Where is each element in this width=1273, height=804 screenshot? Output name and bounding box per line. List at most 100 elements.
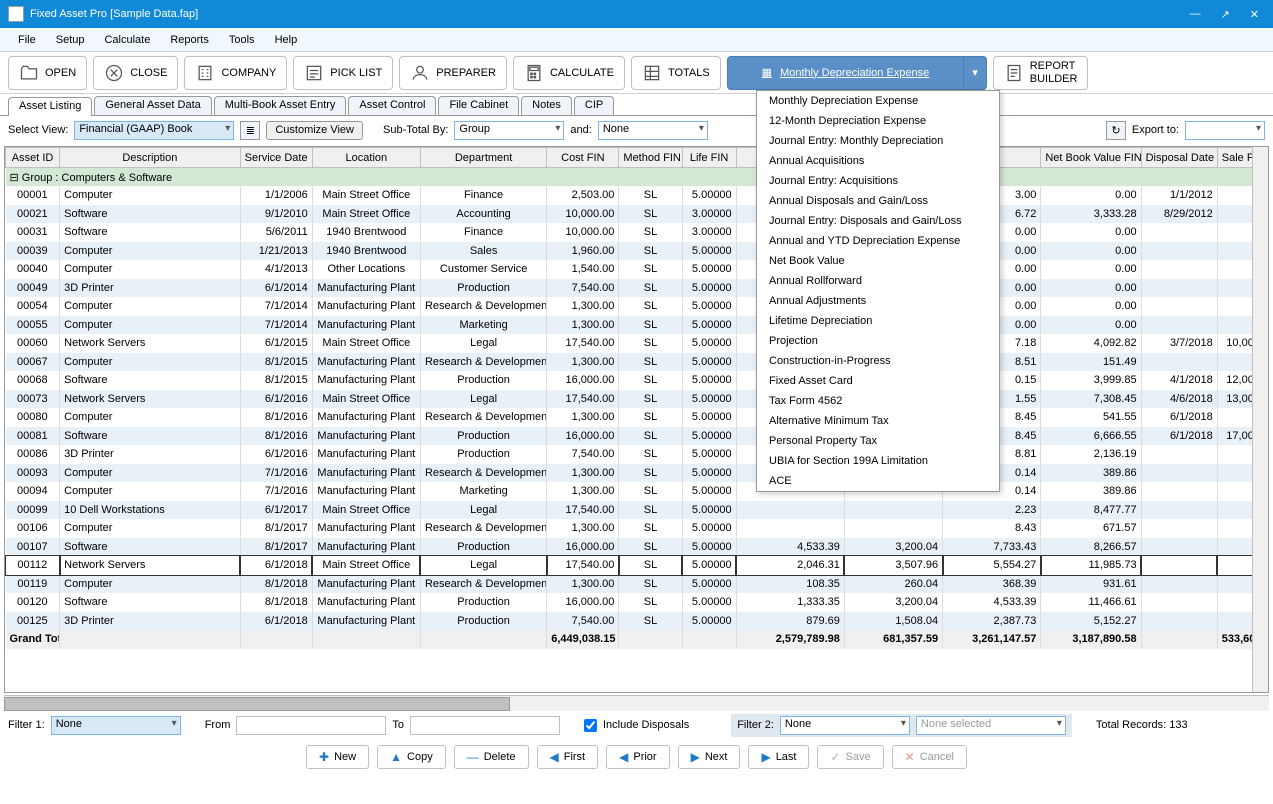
tab-multi-book-asset-entry[interactable]: Multi-Book Asset Entry (214, 96, 347, 115)
table-row[interactable]: 00080Computer8/1/2016Manufacturing Plant… (6, 408, 1268, 427)
tab-asset-listing[interactable]: Asset Listing (8, 97, 92, 116)
table-row[interactable]: 00031Software5/6/20111940 BrentwoodFinan… (6, 223, 1268, 242)
table-row[interactable]: 00119Computer8/1/2018Manufacturing Plant… (6, 575, 1268, 594)
dropdown-item[interactable]: ACE (757, 471, 999, 491)
menu-help[interactable]: Help (265, 30, 308, 50)
column-header[interactable]: Net Book Value FIN (1041, 148, 1141, 168)
preparer-button[interactable]: PREPARER (399, 56, 507, 90)
table-row[interactable]: 00021Software9/1/2010Main Street OfficeA… (6, 205, 1268, 224)
dropdown-item[interactable]: Annual Rollforward (757, 271, 999, 291)
dropdown-item[interactable]: Journal Entry: Monthly Depreciation (757, 131, 999, 151)
table-row[interactable]: 00093Computer7/1/2016Manufacturing Plant… (6, 464, 1268, 483)
minimize-button[interactable]: — (1184, 6, 1207, 23)
dropdown-item[interactable]: Net Book Value (757, 251, 999, 271)
column-header[interactable]: Asset ID (6, 148, 60, 168)
dropdown-item[interactable]: Journal Entry: Disposals and Gain/Loss (757, 211, 999, 231)
table-row[interactable]: 00001Computer1/1/2006Main Street OfficeF… (6, 186, 1268, 205)
next-button[interactable]: ▶Next (678, 745, 741, 769)
dropdown-item[interactable]: Monthly Depreciation Expense (757, 91, 999, 111)
table-row[interactable]: 00067Computer8/1/2015Manufacturing Plant… (6, 353, 1268, 372)
tab-asset-control[interactable]: Asset Control (348, 96, 436, 115)
table-row[interactable]: 00112Network Servers6/1/2018Main Street … (6, 556, 1268, 575)
column-header[interactable]: Disposal Date (1141, 148, 1217, 168)
table-row[interactable]: 00107Software8/1/2017Manufacturing Plant… (6, 538, 1268, 557)
column-header[interactable]: Cost FIN (547, 148, 619, 168)
export-combo[interactable] (1185, 121, 1265, 140)
table-row[interactable]: 000493D Printer6/1/2014Manufacturing Pla… (6, 279, 1268, 298)
maximize-button[interactable]: ↗ (1215, 6, 1236, 23)
close-button[interactable]: CLOSE (93, 56, 178, 90)
menu-calculate[interactable]: Calculate (94, 30, 160, 50)
table-row[interactable]: 00068Software8/1/2015Manufacturing Plant… (6, 371, 1268, 390)
report-dropdown-button[interactable]: ▦Monthly Depreciation Expense▾ (727, 56, 987, 90)
totals-button[interactable]: TOTALS (631, 56, 721, 90)
dropdown-item[interactable]: Annual Acquisitions (757, 151, 999, 171)
table-row[interactable]: 00120Software8/1/2018Manufacturing Plant… (6, 593, 1268, 612)
include-disposals-checkbox[interactable] (584, 719, 597, 732)
dropdown-item[interactable]: Journal Entry: Acquisitions (757, 171, 999, 191)
column-header[interactable]: Life FIN (682, 148, 736, 168)
tab-general-asset-data[interactable]: General Asset Data (94, 96, 211, 115)
company-button[interactable]: COMPANY (184, 56, 287, 90)
table-row[interactable]: 001253D Printer6/1/2018Manufacturing Pla… (6, 612, 1268, 631)
delete-button[interactable]: —Delete (454, 745, 529, 769)
close-button[interactable]: ✕ (1244, 6, 1265, 23)
menu-tools[interactable]: Tools (219, 30, 265, 50)
dropdown-item[interactable]: Personal Property Tax (757, 431, 999, 451)
chevron-down-icon[interactable]: ▾ (963, 57, 986, 89)
table-row[interactable]: 00073Network Servers6/1/2016Main Street … (6, 390, 1268, 409)
group-row[interactable]: ⊟ Group : Computers & Software (6, 168, 1268, 187)
calculate-button[interactable]: CALCULATE (513, 56, 625, 90)
table-row[interactable]: 0009910 Dell Workstations6/1/2017Main St… (6, 501, 1268, 520)
tab-file-cabinet[interactable]: File Cabinet (438, 96, 519, 115)
table-row[interactable]: 00094Computer7/1/2016Manufacturing Plant… (6, 482, 1268, 501)
dropdown-item[interactable]: Annual and YTD Depreciation Expense (757, 231, 999, 251)
dropdown-item[interactable]: 12-Month Depreciation Expense (757, 111, 999, 131)
first-button[interactable]: ◀First (537, 745, 599, 769)
to-input[interactable] (410, 716, 560, 735)
refresh-button[interactable]: ↻ (1106, 121, 1126, 140)
dropdown-item[interactable]: UBIA for Section 199A Limitation (757, 451, 999, 471)
menu-setup[interactable]: Setup (46, 30, 95, 50)
column-header[interactable]: Department (420, 148, 546, 168)
filter2-combo[interactable]: None (780, 716, 910, 735)
table-row[interactable]: 00060Network Servers6/1/2015Main Street … (6, 334, 1268, 353)
table-row[interactable]: 000863D Printer6/1/2016Manufacturing Pla… (6, 445, 1268, 464)
table-row[interactable]: 00081Software8/1/2016Manufacturing Plant… (6, 427, 1268, 446)
column-header[interactable]: Method FIN (619, 148, 682, 168)
book-combo[interactable]: Financial (GAAP) Book (74, 121, 234, 140)
subtotal-combo[interactable]: Group (454, 121, 564, 140)
open-button[interactable]: OPEN (8, 56, 87, 90)
report-builder-button[interactable]: REPORT BUILDER (993, 56, 1089, 90)
new-button[interactable]: ✚New (306, 745, 369, 769)
table-row[interactable]: 00106Computer8/1/2017Manufacturing Plant… (6, 519, 1268, 538)
table-row[interactable]: 00055Computer7/1/2014Manufacturing Plant… (6, 316, 1268, 335)
filter1-combo[interactable]: None (51, 716, 181, 735)
picklist-button[interactable]: PICK LIST (293, 56, 393, 90)
report-dropdown-menu[interactable]: Monthly Depreciation Expense12-Month Dep… (756, 90, 1000, 492)
dropdown-item[interactable]: Annual Adjustments (757, 291, 999, 311)
filter2-selected-combo[interactable]: None selected (916, 716, 1066, 735)
table-row[interactable]: 00054Computer7/1/2014Manufacturing Plant… (6, 297, 1268, 316)
tab-notes[interactable]: Notes (521, 96, 572, 115)
column-header[interactable]: Location (312, 148, 420, 168)
menu-reports[interactable]: Reports (160, 30, 219, 50)
subtotal-and-combo[interactable]: None (598, 121, 708, 140)
dropdown-item[interactable]: Projection (757, 331, 999, 351)
vertical-scrollbar[interactable] (1252, 147, 1268, 692)
table-row[interactable]: 00039Computer1/21/20131940 BrentwoodSale… (6, 242, 1268, 261)
asset-grid[interactable]: Asset IDDescriptionService DateLocationD… (5, 147, 1268, 649)
dropdown-item[interactable]: Fixed Asset Card (757, 371, 999, 391)
view-config-button[interactable]: ≣ (240, 121, 260, 140)
dropdown-item[interactable]: Alternative Minimum Tax (757, 411, 999, 431)
dropdown-item[interactable]: Construction-in-Progress (757, 351, 999, 371)
table-row[interactable]: 00040Computer4/1/2013Other LocationsCust… (6, 260, 1268, 279)
horizontal-scrollbar[interactable] (4, 695, 1269, 711)
copy-button[interactable]: ▲Copy (377, 745, 446, 769)
dropdown-item[interactable]: Tax Form 4562 (757, 391, 999, 411)
dropdown-item[interactable]: Lifetime Depreciation (757, 311, 999, 331)
menu-file[interactable]: File (8, 30, 46, 50)
column-header[interactable]: Description (60, 148, 240, 168)
last-button[interactable]: ▶Last (748, 745, 809, 769)
prior-button[interactable]: ◀Prior (606, 745, 669, 769)
